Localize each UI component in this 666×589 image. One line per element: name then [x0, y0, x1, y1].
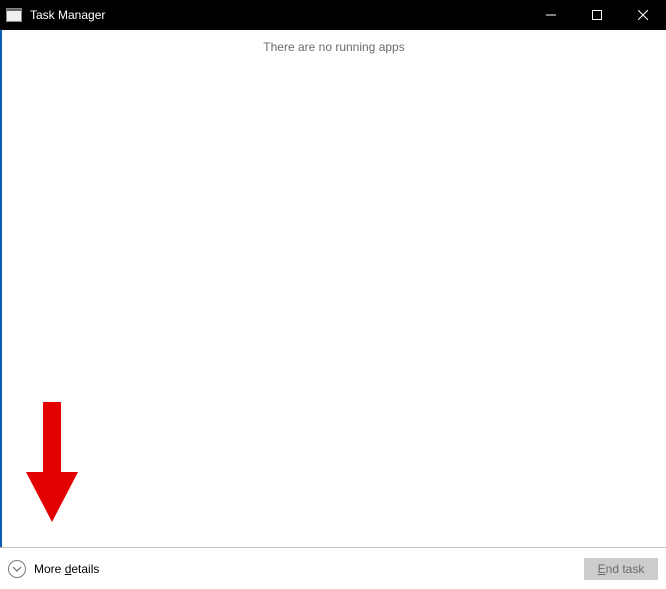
- task-manager-window: Task Manager There are no running apps M…: [0, 0, 666, 589]
- more-details-toggle[interactable]: More details: [8, 560, 99, 578]
- footer-bar: More details End task: [0, 547, 666, 589]
- chevron-down-icon: [8, 560, 26, 578]
- end-task-label: End task: [598, 562, 645, 576]
- maximize-button[interactable]: [574, 0, 620, 30]
- minimize-button[interactable]: [528, 0, 574, 30]
- task-list-area: There are no running apps: [0, 30, 666, 547]
- end-task-button[interactable]: End task: [584, 558, 658, 580]
- minimize-icon: [546, 10, 556, 20]
- empty-state-text: There are no running apps: [2, 30, 666, 54]
- titlebar[interactable]: Task Manager: [0, 0, 666, 30]
- app-icon: [0, 0, 28, 30]
- maximize-icon: [592, 10, 602, 20]
- close-icon: [638, 10, 648, 20]
- window-title: Task Manager: [28, 8, 105, 22]
- more-details-label: More details: [34, 562, 99, 576]
- close-button[interactable]: [620, 0, 666, 30]
